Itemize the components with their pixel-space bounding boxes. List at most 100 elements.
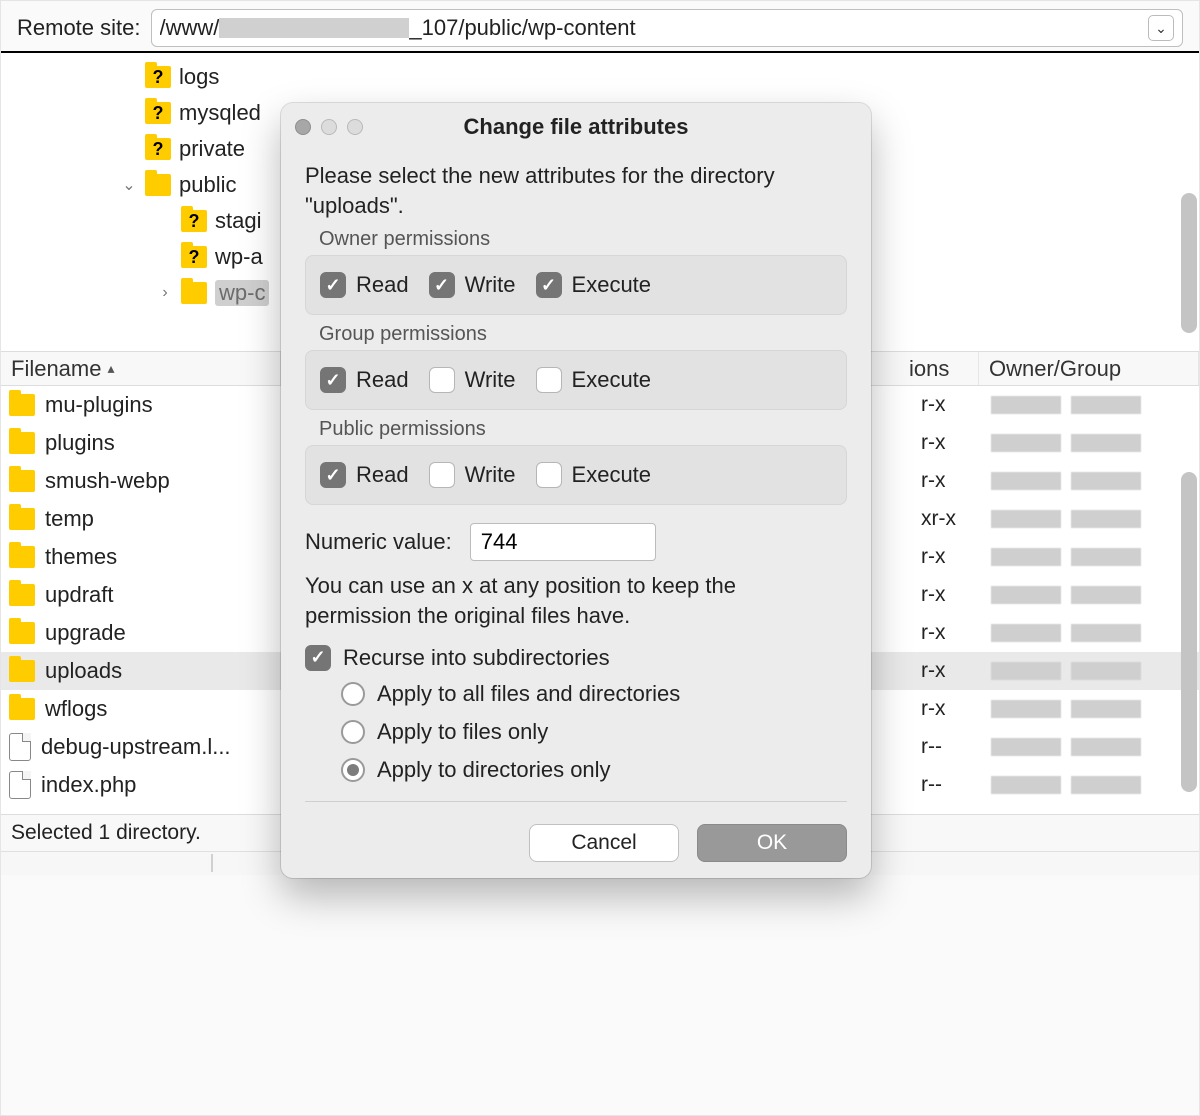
file-permissions: r-x — [921, 393, 981, 417]
sort-ascending-icon: ▴ — [107, 360, 114, 377]
file-icon — [9, 733, 31, 761]
file-name: upgrade — [45, 620, 295, 646]
recurse-checkbox[interactable] — [305, 645, 331, 671]
ok-button[interactable]: OK — [697, 824, 847, 862]
file-icon — [9, 771, 31, 799]
file-permissions: r-x — [921, 431, 981, 455]
file-owner-group — [991, 396, 1191, 414]
group-execute-label: Execute — [572, 367, 652, 393]
apply-dirs-radio[interactable] — [341, 758, 365, 782]
list-scrollbar[interactable] — [1181, 472, 1197, 792]
folder-icon: ? — [145, 102, 171, 124]
group-write-checkbox[interactable] — [429, 367, 455, 393]
file-owner-group — [991, 586, 1191, 604]
public-write-checkbox[interactable] — [429, 462, 455, 488]
folder-icon — [9, 394, 35, 416]
owner-execute-label: Execute — [572, 272, 652, 298]
file-owner-group — [991, 776, 1191, 794]
remote-path-text: /www/_107/public/wp-content — [160, 15, 636, 41]
dialog-title: Change file attributes — [281, 114, 871, 140]
numeric-value-label: Numeric value: — [305, 529, 452, 555]
folder-icon — [9, 622, 35, 644]
file-name: themes — [45, 544, 295, 570]
folder-icon: ? — [145, 138, 171, 160]
group-read-checkbox[interactable] — [320, 367, 346, 393]
public-perm-label: Public permissions — [319, 418, 847, 441]
tree-item-label: public — [179, 172, 236, 198]
file-owner-group — [991, 700, 1191, 718]
dialog-intro: Please select the new attributes for the… — [305, 161, 847, 220]
numeric-hint: You can use an x at any position to keep… — [305, 571, 847, 630]
group-read-label: Read — [356, 367, 409, 393]
tree-item-logs[interactable]: ? logs — [121, 59, 1199, 95]
public-write-label: Write — [465, 462, 516, 488]
apply-files-radio[interactable] — [341, 720, 365, 744]
owner-write-checkbox[interactable] — [429, 272, 455, 298]
folder-icon — [9, 432, 35, 454]
file-permissions: r-- — [921, 735, 981, 759]
folder-icon — [9, 698, 35, 720]
file-owner-group — [991, 738, 1191, 756]
file-permissions: r-x — [921, 659, 981, 683]
file-permissions: r-x — [921, 697, 981, 721]
public-execute-label: Execute — [572, 462, 652, 488]
file-permissions: xr-x — [921, 507, 981, 531]
column-filename[interactable]: Filename▴ — [1, 352, 281, 385]
folder-icon — [9, 584, 35, 606]
file-owner-group — [991, 662, 1191, 680]
file-owner-group — [991, 472, 1191, 490]
cancel-button[interactable]: Cancel — [529, 824, 679, 862]
expand-icon[interactable]: › — [157, 284, 173, 302]
chevron-down-icon[interactable]: ⌄ — [1148, 15, 1174, 41]
tree-item-label: wp-a — [215, 244, 263, 270]
tree-scrollbar[interactable] — [1181, 193, 1197, 333]
owner-write-label: Write — [465, 272, 516, 298]
file-name: smush-webp — [45, 468, 295, 494]
apply-dirs-radio-label: Apply to directories only — [377, 757, 611, 783]
file-permissions: r-x — [921, 545, 981, 569]
change-attributes-dialog: Change file attributes Please select the… — [281, 103, 871, 878]
group-execute-checkbox[interactable] — [536, 367, 562, 393]
file-name: plugins — [45, 430, 295, 456]
tree-item-label: mysqled — [179, 100, 261, 126]
folder-icon — [9, 546, 35, 568]
folder-icon — [9, 470, 35, 492]
group-perm-label: Group permissions — [319, 323, 847, 346]
group-write-label: Write — [465, 367, 516, 393]
tree-item-label: logs — [179, 64, 219, 90]
owner-perm-label: Owner permissions — [319, 228, 847, 251]
file-name: wflogs — [45, 696, 295, 722]
public-read-checkbox[interactable] — [320, 462, 346, 488]
numeric-value-input[interactable] — [470, 523, 656, 561]
recurse-label: Recurse into subdirectories — [343, 645, 610, 671]
apply-all-radio-label: Apply to all files and directories — [377, 681, 680, 707]
tree-item-label: stagi — [215, 208, 261, 234]
apply-files-radio-label: Apply to files only — [377, 719, 548, 745]
file-name: temp — [45, 506, 295, 532]
folder-icon: ? — [145, 66, 171, 88]
column-owner-group[interactable]: Owner/Group — [979, 352, 1199, 385]
expand-icon[interactable]: ⌄ — [121, 175, 137, 195]
file-name: mu-plugins — [45, 392, 295, 418]
owner-execute-checkbox[interactable] — [536, 272, 562, 298]
folder-icon: ? — [181, 210, 207, 232]
file-name: uploads — [45, 658, 295, 684]
tree-item-label: wp-c — [215, 280, 269, 306]
folder-icon — [9, 508, 35, 530]
file-permissions: r-x — [921, 469, 981, 493]
remote-site-label: Remote site: — [17, 15, 141, 41]
folder-icon — [181, 282, 207, 304]
file-name: updraft — [45, 582, 295, 608]
public-read-label: Read — [356, 462, 409, 488]
column-permissions[interactable]: ions — [899, 352, 979, 385]
public-execute-checkbox[interactable] — [536, 462, 562, 488]
file-owner-group — [991, 510, 1191, 528]
apply-all-radio[interactable] — [341, 682, 365, 706]
file-owner-group — [991, 548, 1191, 566]
file-owner-group — [991, 624, 1191, 642]
owner-read-label: Read — [356, 272, 409, 298]
folder-icon: ? — [181, 246, 207, 268]
file-owner-group — [991, 434, 1191, 452]
remote-path-combo[interactable]: /www/_107/public/wp-content ⌄ — [151, 9, 1184, 47]
owner-read-checkbox[interactable] — [320, 272, 346, 298]
